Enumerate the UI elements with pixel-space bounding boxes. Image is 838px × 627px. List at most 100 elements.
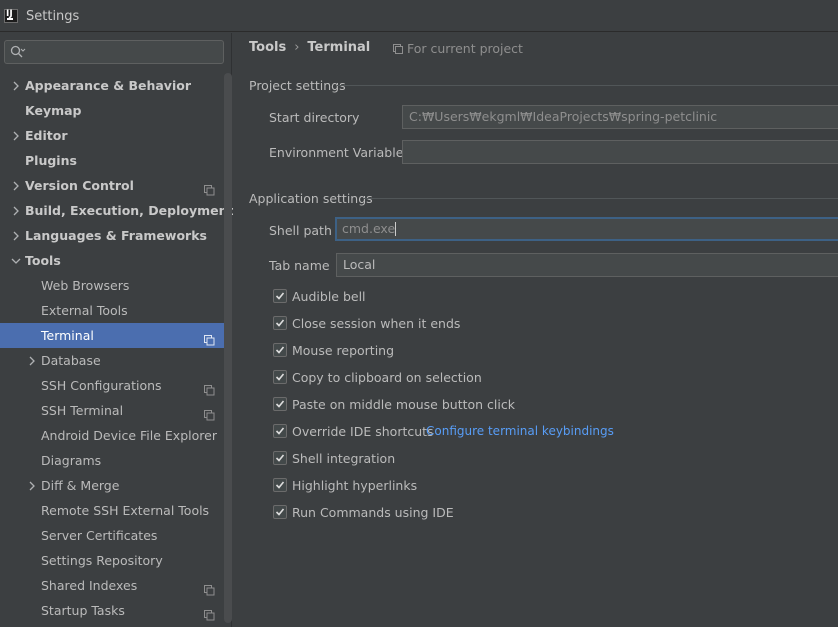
breadcrumb-separator: › xyxy=(294,40,300,55)
sidebar-item-label: Startup Tasks xyxy=(41,603,125,618)
application-settings-title: Application settings xyxy=(249,191,373,206)
intellij-logo-icon: IJ xyxy=(4,9,18,23)
sidebar-item-label: Android Device File Explorer xyxy=(41,428,217,443)
sidebar-item-label: Remote SSH External Tools xyxy=(41,503,210,518)
tab-name-label: Tab name xyxy=(269,258,330,273)
sidebar-item-label: Shared Indexes xyxy=(41,578,138,593)
sidebar-item-label: External Tools xyxy=(41,303,128,318)
sidebar-item-label: Web Browsers xyxy=(41,278,130,293)
sidebar-item-remote-ssh-external-tools[interactable]: Remote SSH External Tools xyxy=(0,498,232,523)
sidebar-item-label: Tools xyxy=(25,253,61,268)
sidebar-item-label: Diagrams xyxy=(41,453,102,468)
project-scope-icon xyxy=(204,329,216,346)
checkmark-icon[interactable] xyxy=(273,316,287,330)
project-settings-title: Project settings xyxy=(249,78,346,93)
sidebar-item-diagrams[interactable]: Diagrams xyxy=(0,448,232,473)
chevron-down-icon[interactable] xyxy=(9,248,21,273)
project-scope-icon xyxy=(204,379,216,396)
sidebar-item-startup-tasks[interactable]: Startup Tasks xyxy=(0,598,232,623)
sidebar-item-ssh-terminal[interactable]: SSH Terminal xyxy=(0,398,232,423)
sidebar-item-label: Server Certificates xyxy=(41,528,158,543)
sidebar-item-ssh-configurations[interactable]: SSH Configurations xyxy=(0,373,232,398)
settings-sidebar: Appearance & Behavior Keymap Editor Plugins… xyxy=(0,33,234,627)
sidebar-item-label: Diff & Merge xyxy=(41,478,120,493)
checkmark-icon[interactable] xyxy=(273,451,287,465)
scope-indicator: For current project xyxy=(393,41,523,56)
sidebar-item-tools[interactable]: Tools xyxy=(0,248,232,273)
checkbox-label: Audible bell xyxy=(292,289,366,304)
settings-tree: Appearance & Behavior Keymap Editor Plugins… xyxy=(0,73,234,623)
title-bar: IJ Settings xyxy=(0,0,838,32)
sidebar-item-label: SSH Configurations xyxy=(41,378,162,393)
sidebar-item-label: SSH Terminal xyxy=(41,403,124,418)
chevron-right-icon[interactable] xyxy=(9,223,21,248)
checkmark-icon[interactable] xyxy=(273,424,287,438)
sidebar-item-editor[interactable]: Editor xyxy=(0,123,232,148)
window-title: Settings xyxy=(26,9,80,24)
search-icon xyxy=(10,45,26,59)
configure-keybindings-link[interactable]: Configure terminal keybindings xyxy=(426,424,614,438)
sidebar-item-label: Appearance & Behavior xyxy=(25,78,191,93)
section-divider xyxy=(337,85,838,86)
project-scope-icon xyxy=(204,604,216,621)
start-directory-field[interactable]: C:₩Users₩ekgml₩IdeaProjects₩spring-petcl… xyxy=(402,105,838,129)
shell-path-value: cmd.exe xyxy=(342,221,396,236)
project-scope-icon xyxy=(204,179,216,196)
chevron-right-icon[interactable] xyxy=(9,73,21,98)
sidebar-item-external-tools[interactable]: External Tools xyxy=(0,298,232,323)
sidebar-item-build-execution-deployment[interactable]: Build, Execution, Deployment xyxy=(0,198,234,223)
checkmark-icon[interactable] xyxy=(273,478,287,492)
breadcrumb-tools[interactable]: Tools xyxy=(249,40,286,55)
sidebar-item-shared-indexes[interactable]: Shared Indexes xyxy=(0,573,232,598)
checkbox-label: Highlight hyperlinks xyxy=(292,478,418,493)
tab-name-field[interactable]: Local xyxy=(336,253,838,277)
chevron-right-icon[interactable] xyxy=(25,473,37,498)
chevron-right-icon[interactable] xyxy=(9,123,21,148)
chevron-right-icon[interactable] xyxy=(25,348,37,373)
env-vars-field[interactable] xyxy=(402,140,838,164)
project-scope-icon xyxy=(204,404,216,421)
project-scope-icon xyxy=(393,42,403,54)
checkmark-icon[interactable] xyxy=(273,343,287,357)
checkmark-icon[interactable] xyxy=(273,505,287,519)
checkbox-label: Shell integration xyxy=(292,451,396,466)
checkbox-label: Close session when it ends xyxy=(292,316,461,331)
sidebar-item-label: Build, Execution, Deployment xyxy=(25,203,234,218)
breadcrumb-terminal: Terminal xyxy=(307,40,371,55)
sidebar-item-label: Keymap xyxy=(25,103,82,118)
sidebar-item-label: Editor xyxy=(25,128,68,143)
sidebar-item-label: Languages & Frameworks xyxy=(25,228,207,243)
sidebar-item-plugins[interactable]: Plugins xyxy=(0,148,232,173)
sidebar-item-web-browsers[interactable]: Web Browsers xyxy=(0,273,232,298)
sidebar-scrollbar[interactable] xyxy=(224,73,232,623)
env-vars-label: Environment Variables xyxy=(269,145,410,160)
section-divider xyxy=(363,198,838,199)
settings-content: Tools › Terminal For current project Proje… xyxy=(233,33,838,627)
shell-path-field[interactable]: cmd.exe xyxy=(335,217,838,241)
checkmark-icon[interactable] xyxy=(273,370,287,384)
chevron-right-icon[interactable] xyxy=(9,173,21,198)
sidebar-item-diff-merge[interactable]: Diff & Merge xyxy=(0,473,232,498)
sidebar-item-languages-frameworks[interactable]: Languages & Frameworks xyxy=(0,223,232,248)
chevron-right-icon[interactable] xyxy=(9,198,21,223)
checkmark-icon[interactable] xyxy=(273,397,287,411)
sidebar-item-database[interactable]: Database xyxy=(0,348,232,373)
sidebar-item-version-control[interactable]: Version Control xyxy=(0,173,232,198)
sidebar-item-label: Version Control xyxy=(25,178,134,193)
sidebar-item-label: Database xyxy=(41,353,101,368)
sidebar-item-label: Plugins xyxy=(25,153,77,168)
checkbox-label: Override IDE shortcuts xyxy=(292,424,434,439)
settings-search-input[interactable] xyxy=(4,40,224,64)
text-caret xyxy=(395,222,397,236)
sidebar-item-server-certificates[interactable]: Server Certificates xyxy=(0,523,232,548)
checkbox-label: Paste on middle mouse button click xyxy=(292,397,515,412)
sidebar-item-terminal[interactable]: Terminal xyxy=(0,323,232,348)
checkbox-label: Mouse reporting xyxy=(292,343,395,358)
breadcrumb: Tools › Terminal xyxy=(249,40,370,55)
sidebar-item-keymap[interactable]: Keymap xyxy=(0,98,232,123)
sidebar-item-android-device-file-explorer[interactable]: Android Device File Explorer xyxy=(0,423,232,448)
checkmark-icon[interactable] xyxy=(273,289,287,303)
sidebar-item-appearance-behavior[interactable]: Appearance & Behavior xyxy=(0,73,232,98)
sidebar-item-settings-repository[interactable]: Settings Repository xyxy=(0,548,232,573)
checkbox-label: Copy to clipboard on selection xyxy=(292,370,482,385)
